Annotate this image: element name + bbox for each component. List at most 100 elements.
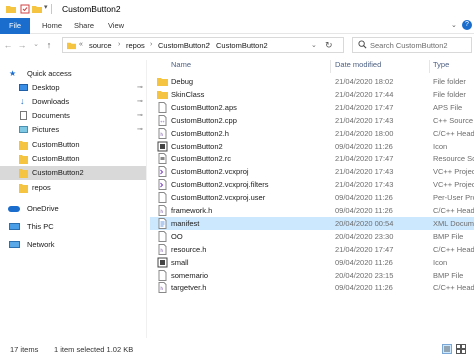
nav-label: OneDrive (27, 204, 59, 213)
file-row[interactable]: CustomButton2.vcxproj.filters 21/04/2020 … (150, 178, 474, 191)
expand-ribbon-icon[interactable]: ⌄ (451, 21, 457, 29)
pane-divider[interactable] (146, 60, 147, 338)
column-divider[interactable] (330, 60, 331, 73)
recent-locations-icon[interactable]: ⌄ (30, 38, 42, 52)
file-name: CustomButton2.vcxproj.filters (171, 180, 269, 190)
file-icon (157, 101, 168, 113)
file-row[interactable]: CustomButton2.vcxproj.user 09/04/2020 11:… (150, 191, 474, 204)
file-row[interactable]: OO 20/04/2020 23:30 BMP File (150, 230, 474, 243)
breadcrumb-chevron-icon[interactable]: › (208, 41, 210, 48)
nav-item-onedrive[interactable]: OneDrive (0, 202, 146, 216)
pin-icon[interactable]: ⊸ (137, 97, 143, 105)
file-row[interactable]: Debug 21/04/2020 18:02 File folder (150, 75, 474, 88)
file-date-modified: 20/04/2020 23:30 (335, 231, 394, 241)
breadcrumb-chevron-icon[interactable]: › (118, 41, 120, 48)
file-row[interactable]: ++ CustomButton2.cpp 21/04/2020 17:43 C++ S… (150, 114, 474, 127)
column-divider[interactable] (429, 60, 430, 73)
nav-item-custombutton2[interactable]: CustomButton2 (0, 166, 146, 180)
customize-toolbar-icon[interactable]: ▾ (44, 3, 48, 11)
breadcrumb-source[interactable]: source (89, 41, 112, 50)
large-icons-view-icon[interactable] (456, 344, 466, 356)
file-type: C/C++ Head (433, 206, 474, 215)
nav-item-repos[interactable]: repos (0, 181, 146, 195)
file-type: Per-User Pro (433, 193, 474, 203)
computer-icon (9, 223, 20, 230)
nav-label: Desktop (32, 83, 60, 92)
search-box[interactable]: Search CustomButton2 (352, 37, 472, 53)
breadcrumb-custombutton2-current[interactable]: CustomButton2 (216, 41, 268, 50)
forward-arrow-icon[interactable]: → (16, 38, 28, 52)
file-row[interactable]: h CustomButton2.h 21/04/2020 18:00 C/C++ He… (150, 127, 474, 140)
file-row[interactable]: CustomButton2.rc 21/04/2020 17:47 Resource… (150, 152, 474, 165)
pin-icon[interactable]: ⊸ (137, 83, 143, 91)
nav-label: Downloads (32, 97, 70, 106)
search-icon (358, 40, 367, 51)
column-header-date[interactable]: Date modified (335, 60, 381, 69)
file-row[interactable]: manifest 20/04/2020 00:54 XML Docum (150, 216, 474, 230)
file-type: Icon (433, 257, 448, 267)
breadcrumb-chevron-icon[interactable]: › (150, 41, 152, 48)
file-type: Icon (433, 141, 448, 151)
address-row: ← → ⌄ ↑ « source › repos › CustomButton2… (0, 34, 474, 56)
nav-item-desktop[interactable]: Desktop ⊸ (0, 81, 146, 95)
back-arrow-icon[interactable]: ← (2, 38, 14, 52)
header-file-icon: h (157, 243, 168, 255)
nav-item-custombutton-2[interactable]: CustomButton (0, 152, 146, 166)
item-count: 17 items (10, 345, 39, 354)
nav-item-custombutton-1[interactable]: CustomButton (0, 138, 146, 152)
file-row[interactable]: SkinClass 21/04/2020 17:44 File folder (150, 88, 474, 101)
search-input[interactable]: Search CustomButton2 (370, 41, 448, 50)
breadcrumb-overflow-icon[interactable]: « (79, 41, 83, 48)
nav-item-pictures[interactable]: Pictures ⊸ (0, 123, 146, 137)
file-name: somemario (171, 270, 209, 280)
file-row[interactable]: small 09/04/2020 11:26 Icon (150, 256, 474, 269)
file-date-modified: 09/04/2020 11:26 (335, 283, 393, 293)
tab-view[interactable]: View (104, 18, 128, 34)
pin-icon[interactable]: ⊸ (137, 125, 143, 133)
nav-item-quick-access[interactable]: ★ Quick access (0, 67, 146, 81)
nav-label: Documents (32, 111, 70, 120)
file-name: CustomButton2 (171, 141, 223, 151)
file-row[interactable]: h resource.h 21/04/2020 17:47 C/C++ Head (150, 243, 474, 256)
nav-item-downloads[interactable]: ↓ Downloads ⊸ (0, 95, 146, 109)
vcxproj-icon (157, 179, 168, 191)
file-row[interactable]: CustomButton2.vcxproj 21/04/2020 17:43 VC+… (150, 165, 474, 178)
file-name: SkinClass (171, 89, 205, 99)
header-file-icon: h (157, 127, 168, 139)
file-date-modified: 20/04/2020 23:15 (335, 270, 394, 280)
file-type: APS File (433, 102, 463, 112)
nav-label: repos (32, 183, 51, 192)
nav-item-documents[interactable]: Documents ⊸ (0, 109, 146, 123)
file-type: C++ Source (433, 115, 474, 125)
help-icon[interactable]: ? (462, 20, 472, 30)
file-row[interactable]: CustomButton2 09/04/2020 11:26 Icon (150, 140, 474, 153)
address-bar[interactable]: « source › repos › CustomButton2 › Custo… (62, 37, 344, 53)
pin-icon[interactable]: ⊸ (137, 111, 143, 119)
selection-info: 1 item selected 1.02 KB (54, 345, 134, 354)
header-file-icon: h (157, 282, 168, 294)
desktop-icon (19, 84, 28, 91)
file-date-modified: 09/04/2020 11:26 (335, 141, 393, 151)
new-folder-icon[interactable] (32, 4, 42, 16)
details-view-icon[interactable] (442, 344, 452, 356)
nav-item-network[interactable]: Network (0, 238, 146, 252)
download-icon: ↓ (20, 96, 25, 106)
tab-home[interactable]: Home (38, 18, 66, 34)
address-dropdown-icon[interactable]: ⌄ (311, 41, 317, 49)
file-row[interactable]: somemario 20/04/2020 23:15 BMP File (150, 269, 474, 282)
tab-file[interactable]: File (0, 18, 30, 34)
properties-icon[interactable] (20, 4, 30, 16)
up-arrow-icon[interactable]: ↑ (43, 38, 55, 52)
breadcrumb-custombutton2[interactable]: CustomButton2 (158, 41, 210, 50)
column-header-type[interactable]: Type (433, 60, 449, 69)
file-row[interactable]: h framework.h 09/04/2020 11:26 C/C++ Head (150, 204, 474, 217)
nav-item-this-pc[interactable]: This PC (0, 220, 146, 234)
tab-share[interactable]: Share (71, 18, 97, 34)
refresh-icon[interactable]: ↻ (325, 40, 333, 51)
folder-icon (67, 41, 76, 52)
breadcrumb-repos[interactable]: repos (126, 41, 145, 50)
column-header-name[interactable]: Name (171, 60, 191, 69)
network-icon (9, 241, 20, 248)
file-row[interactable]: CustomButton2.aps 21/04/2020 17:47 APS Fil… (150, 101, 474, 114)
file-row[interactable]: h targetver.h 09/04/2020 11:26 C/C++ Head (150, 281, 474, 294)
